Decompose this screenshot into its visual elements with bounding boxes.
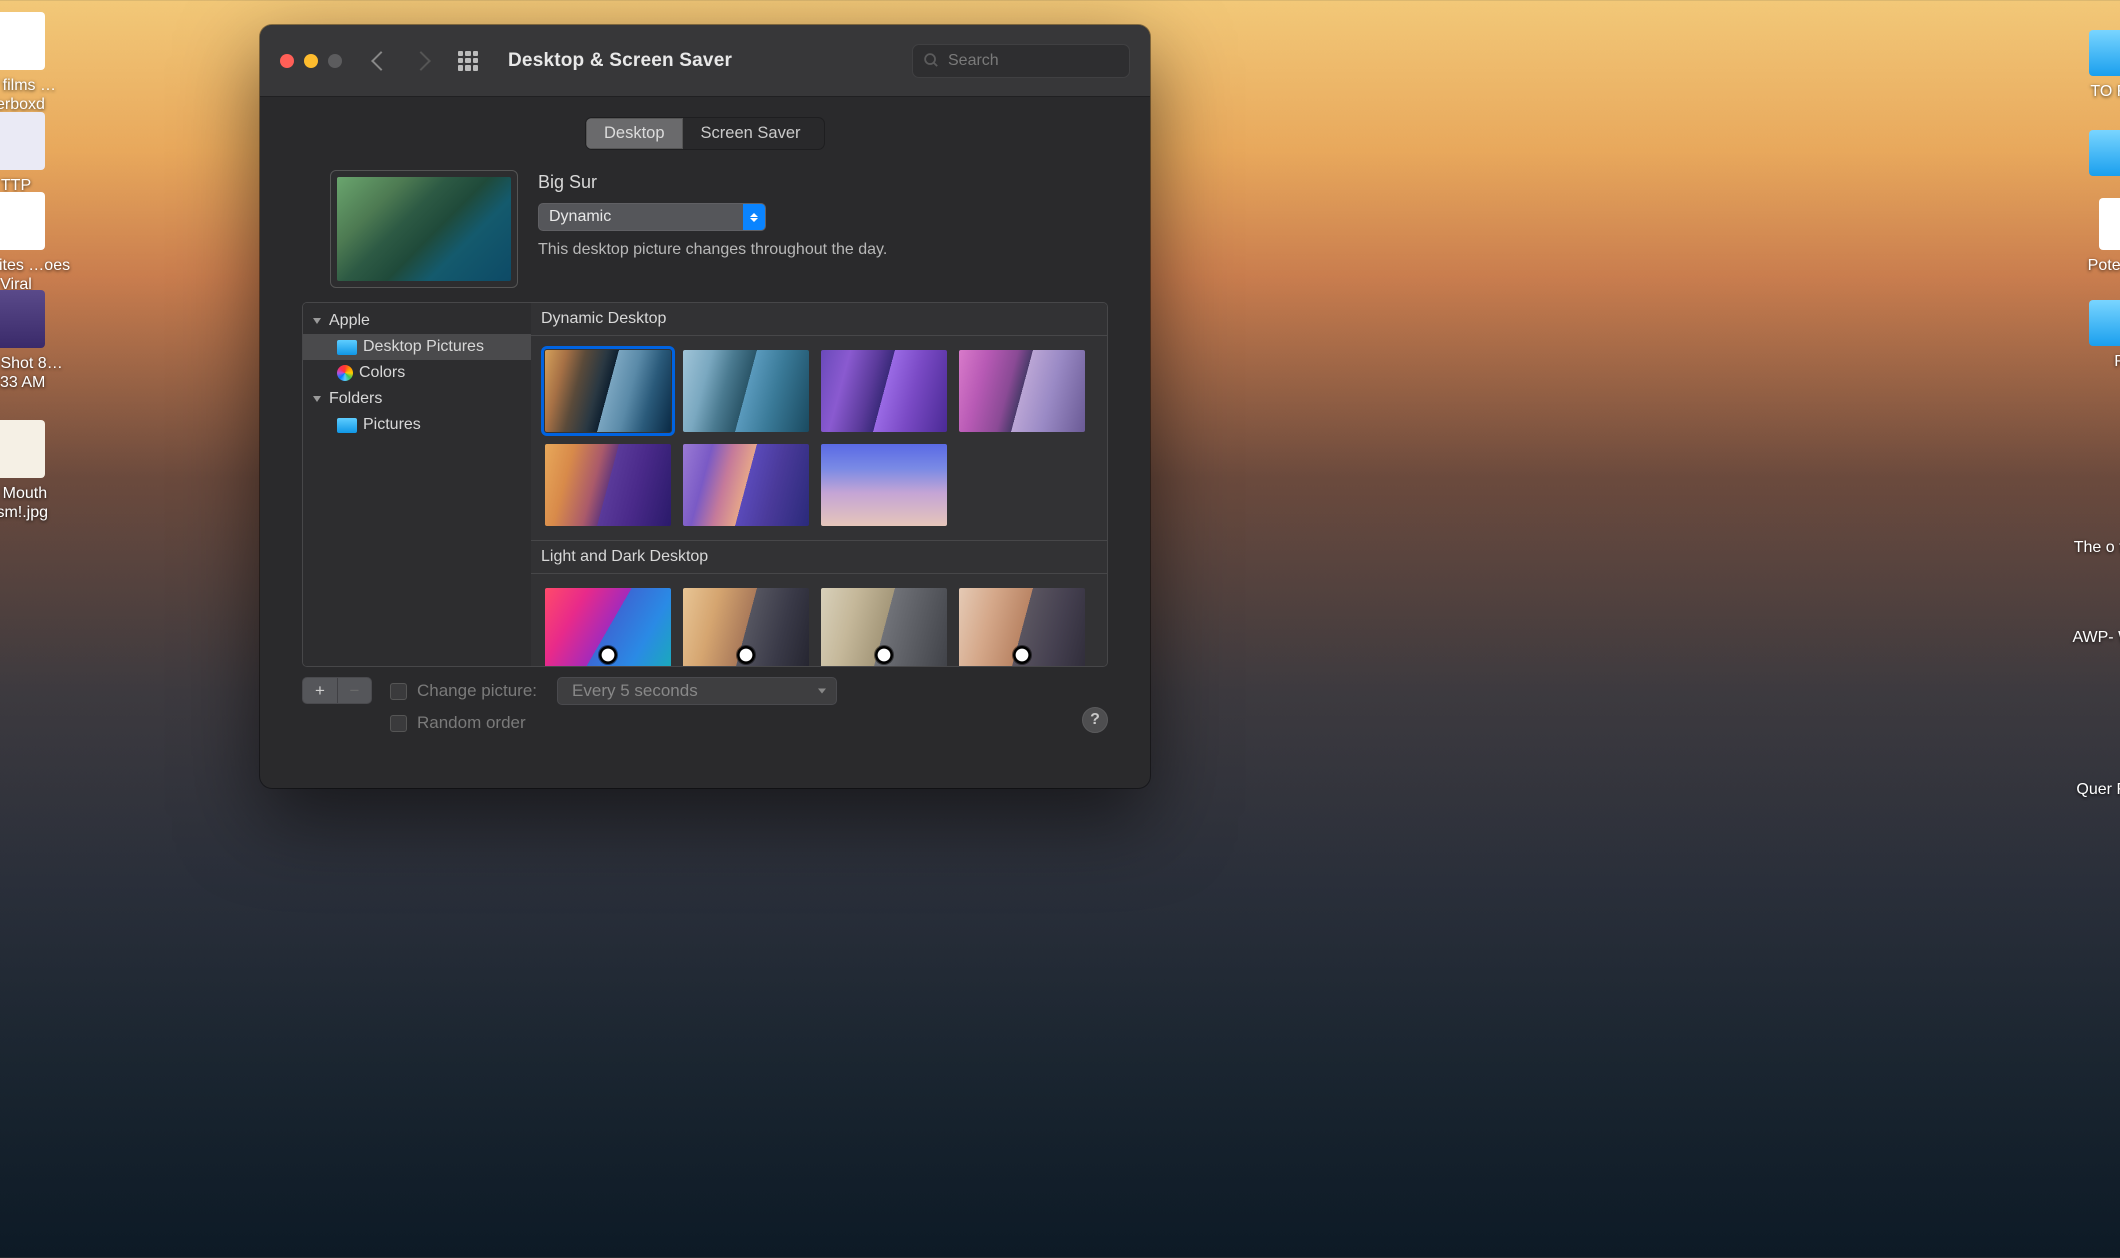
light-dark-icon	[1013, 646, 1031, 664]
section-header-dynamic: Dynamic Desktop	[531, 303, 1107, 336]
show-all-icon[interactable]	[458, 51, 478, 71]
wallpaper-thumb[interactable]	[821, 588, 947, 666]
light-dark-icon	[875, 646, 893, 664]
wallpaper-thumb[interactable]	[683, 444, 809, 526]
desktop-file-label[interactable]: ld Writes …oes Viral	[0, 256, 71, 294]
folder-icon	[337, 418, 357, 433]
wallpaper-description: This desktop picture changes throughout …	[538, 241, 1080, 259]
window-title: Desktop & Screen Saver	[508, 50, 732, 72]
tab-screensaver[interactable]: Screen Saver	[683, 118, 819, 149]
back-button[interactable]	[371, 51, 391, 71]
tab-bar: Desktop Screen Saver	[585, 117, 825, 150]
preferences-window: Desktop & Screen Saver Search Desktop Sc…	[260, 25, 1150, 788]
section-header-lightdark: Light and Dark Desktop	[531, 540, 1107, 574]
wallpaper-thumb[interactable]	[959, 350, 1085, 432]
sidebar-item-colors[interactable]: Colors	[303, 360, 531, 386]
desktop-file-label[interactable]: t of films …tterboxd	[0, 76, 71, 114]
desktop-file-label[interactable]: een Shot 8…6.33 AM	[0, 354, 71, 392]
add-folder-button[interactable]: +	[303, 678, 337, 703]
desktop-file-label[interactable]: TO REA	[2065, 82, 2120, 101]
traffic-lights	[280, 54, 342, 68]
change-picture-checkbox[interactable]	[390, 683, 407, 700]
sidebar-item-desktop-pictures[interactable]: Desktop Pictures	[303, 334, 531, 360]
chevron-down-icon	[313, 396, 321, 402]
random-order-label: Random order	[417, 713, 526, 733]
dropdown-arrows-icon	[743, 204, 765, 230]
tab-desktop[interactable]: Desktop	[586, 118, 683, 149]
help-button[interactable]: ?	[1082, 707, 1108, 733]
forward-button	[411, 51, 431, 71]
random-order-checkbox	[390, 715, 407, 732]
close-button[interactable]	[280, 54, 294, 68]
chevron-down-icon	[313, 318, 321, 324]
desktop-file-label[interactable]: Poten Th	[2065, 256, 2120, 275]
remove-folder-button: −	[337, 678, 371, 703]
interval-dropdown: Every 5 seconds	[557, 677, 837, 705]
desktop-file-label[interactable]: The o the lov	[2065, 538, 2120, 557]
change-picture-label: Change picture:	[417, 681, 537, 701]
light-dark-icon	[599, 646, 617, 664]
wallpaper-thumb[interactable]	[545, 588, 671, 666]
wallpaper-thumb[interactable]	[821, 444, 947, 526]
folder-icon	[337, 340, 357, 355]
wallpaper-gallery: Dynamic Desktop Light and Dark Desktop	[531, 303, 1107, 666]
desktop-file-label[interactable]: Quer Find lit	[2065, 780, 2120, 799]
desktop-file-label[interactable]: R	[2065, 352, 2120, 371]
wallpaper-thumb[interactable]	[821, 350, 947, 432]
desktop-file-label[interactable]: et Mouth nism!.jpg	[0, 484, 71, 522]
wallpaper-thumb[interactable]	[959, 588, 1085, 666]
zoom-button	[328, 54, 342, 68]
sidebar-group-apple[interactable]: Apple	[303, 308, 531, 334]
search-icon	[923, 52, 940, 69]
wallpaper-thumb[interactable]	[683, 588, 809, 666]
add-remove-buttons: + −	[302, 677, 372, 704]
search-input[interactable]: Search	[912, 44, 1130, 78]
desktop-file-label[interactable]: AWP- Writing	[2065, 628, 2120, 647]
source-sidebar: Apple Desktop Pictures Colors Folders Pi…	[303, 303, 531, 666]
wallpaper-preview	[330, 170, 518, 288]
dropdown-value: Dynamic	[539, 208, 621, 226]
sidebar-group-folders[interactable]: Folders	[303, 386, 531, 412]
wallpaper-thumb[interactable]	[683, 350, 809, 432]
light-dark-icon	[737, 646, 755, 664]
color-wheel-icon	[337, 365, 353, 381]
wallpaper-thumb[interactable]	[545, 350, 671, 432]
wallpaper-mode-dropdown[interactable]: Dynamic	[538, 203, 766, 231]
wallpaper-name: Big Sur	[538, 172, 1080, 193]
search-placeholder: Search	[948, 52, 999, 70]
minimize-button[interactable]	[304, 54, 318, 68]
wallpaper-thumb[interactable]	[545, 444, 671, 526]
sidebar-item-pictures[interactable]: Pictures	[303, 412, 531, 438]
titlebar: Desktop & Screen Saver Search	[260, 25, 1150, 97]
